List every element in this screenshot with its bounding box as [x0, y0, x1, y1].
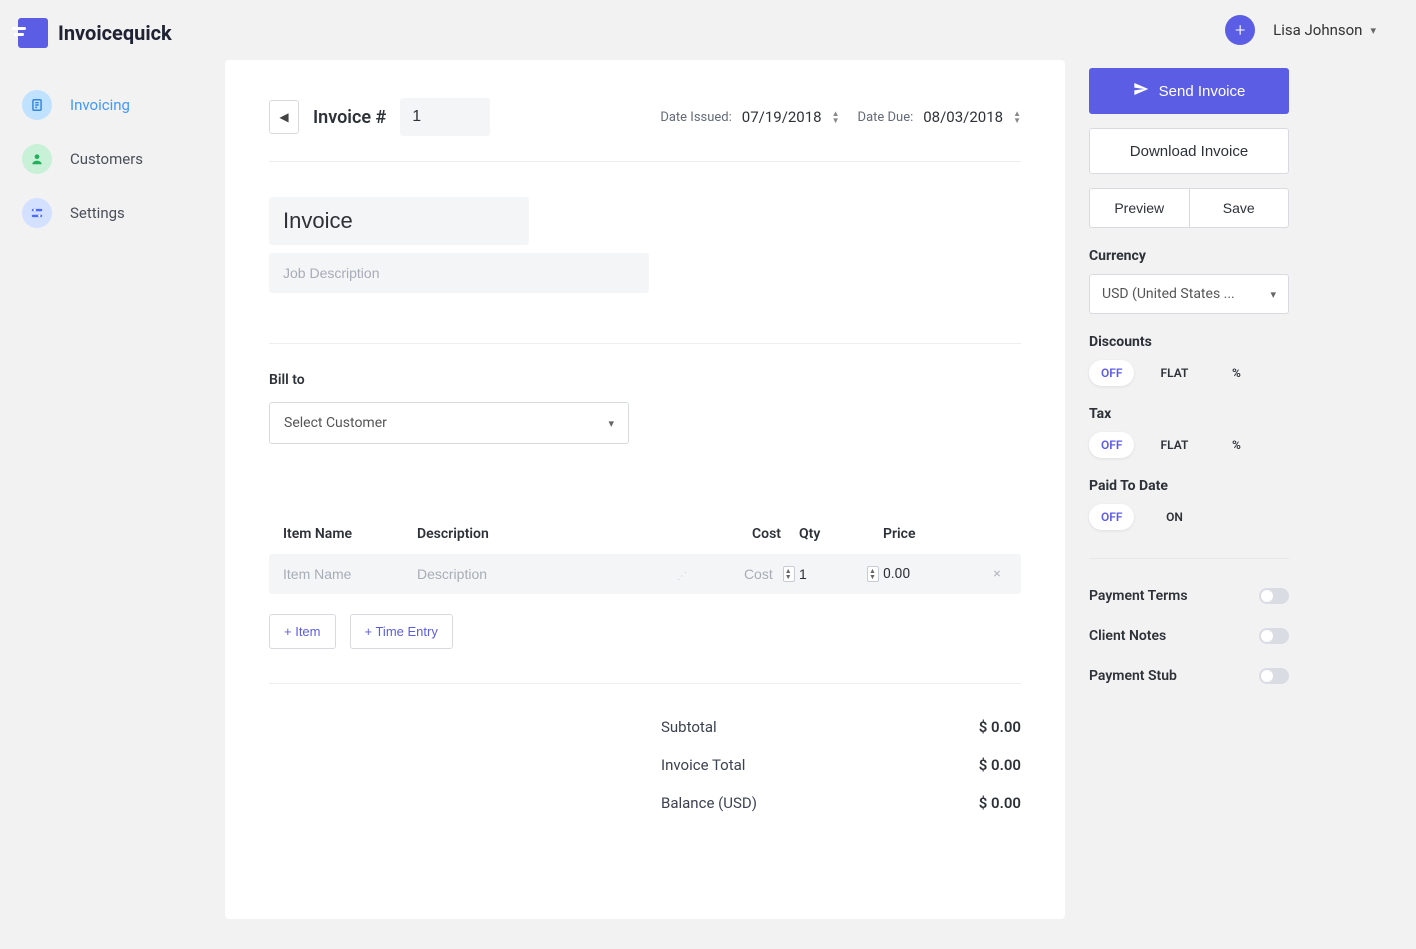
currency-select[interactable]: USD (United States ... ▾: [1089, 274, 1289, 314]
divider: [269, 343, 1021, 344]
chevron-down-icon: ▾: [608, 417, 614, 430]
invoice-header: ◀ Invoice # Date Issued: 07/19/2018 ▲▼ D…: [269, 98, 1021, 162]
date-issued-group[interactable]: Date Issued: 07/19/2018 ▲▼: [660, 108, 839, 126]
client-notes-toggle[interactable]: [1259, 628, 1289, 644]
invoice-title-input[interactable]: [269, 197, 529, 245]
customer-select-placeholder: Select Customer: [284, 415, 387, 431]
item-desc-input[interactable]: [417, 566, 677, 582]
nav: Invoicing Customers Settings: [12, 78, 225, 240]
nav-item-label: Customers: [70, 150, 143, 168]
nav-item-label: Settings: [70, 204, 125, 222]
col-item-name: Item Name: [283, 526, 413, 542]
discounts-off-button[interactable]: OFF: [1089, 360, 1134, 386]
date-issued-label: Date Issued:: [660, 110, 731, 125]
nav-item-settings[interactable]: Settings: [12, 186, 225, 240]
table-header: Item Name Description Cost Qty Price: [269, 514, 1021, 554]
totals: Subtotal $ 0.00 Invoice Total $ 0.00 Bal…: [269, 683, 1021, 812]
invoice-number-input[interactable]: [400, 98, 490, 136]
bill-to-label: Bill to: [269, 372, 1021, 388]
invoice-number-label: Invoice #: [313, 107, 386, 128]
nav-item-invoicing[interactable]: Invoicing: [12, 78, 225, 132]
tax-off-button[interactable]: OFF: [1089, 432, 1134, 458]
discounts-percent-button[interactable]: %: [1214, 360, 1258, 386]
invoice-editor: ◀ Invoice # Date Issued: 07/19/2018 ▲▼ D…: [225, 60, 1065, 919]
col-description: Description: [417, 526, 691, 542]
right-panel: Send Invoice Download Invoice Preview Sa…: [1089, 60, 1319, 949]
nav-item-label: Invoicing: [70, 96, 130, 114]
payment-terms-toggle[interactable]: [1259, 588, 1289, 604]
discounts-segment: OFF FLAT %: [1089, 360, 1289, 386]
invoice-icon: [22, 90, 52, 120]
brand: Invoicequick: [12, 18, 225, 78]
date-due-group[interactable]: Date Due: 08/03/2018 ▲▼: [858, 108, 1021, 126]
tax-flat-button[interactable]: FLAT: [1152, 432, 1196, 458]
subtotal-label: Subtotal: [661, 718, 717, 736]
subtotal-value: $ 0.00: [979, 718, 1021, 736]
payment-terms-label: Payment Terms: [1089, 588, 1188, 604]
paper-plane-icon: [1133, 81, 1149, 101]
job-description-input[interactable]: [269, 253, 649, 293]
item-cost-input[interactable]: [695, 566, 779, 582]
client-notes-label: Client Notes: [1089, 628, 1166, 644]
customer-select[interactable]: Select Customer ▾: [269, 402, 629, 444]
table-row: ⋰ ▲▼ ▲▼ 0.00 ×: [269, 554, 1021, 594]
stepper-icon[interactable]: ▲▼: [1013, 110, 1021, 124]
chevron-down-icon: ▾: [1370, 24, 1376, 37]
send-invoice-button[interactable]: Send Invoice: [1089, 68, 1289, 114]
save-button[interactable]: Save: [1189, 188, 1290, 228]
user-icon: [22, 144, 52, 174]
remove-row-button[interactable]: ×: [987, 566, 1007, 582]
item-qty-input[interactable]: [799, 566, 863, 582]
send-invoice-label: Send Invoice: [1159, 83, 1246, 100]
invoice-total-label: Invoice Total: [661, 756, 745, 774]
stepper-icon[interactable]: ▲▼: [783, 566, 795, 582]
currency-heading: Currency: [1089, 248, 1289, 264]
back-button[interactable]: ◀: [269, 100, 299, 134]
paid-on-button[interactable]: ON: [1152, 504, 1196, 530]
plus-icon: +: [1235, 20, 1245, 41]
col-cost: Cost: [695, 526, 795, 542]
divider: [1089, 558, 1289, 559]
tax-segment: OFF FLAT %: [1089, 432, 1289, 458]
payment-stub-toggle[interactable]: [1259, 668, 1289, 684]
balance-value: $ 0.00: [979, 794, 1021, 812]
col-qty: Qty: [799, 526, 879, 542]
date-due-value: 08/03/2018: [923, 108, 1003, 126]
stepper-icon[interactable]: ▲▼: [867, 566, 879, 582]
payment-stub-label: Payment Stub: [1089, 668, 1177, 684]
item-price-value: 0.00: [883, 566, 983, 582]
item-name-input[interactable]: [283, 566, 413, 582]
tax-heading: Tax: [1089, 406, 1289, 422]
new-button[interactable]: +: [1225, 15, 1255, 45]
date-due-label: Date Due:: [858, 110, 914, 125]
paid-to-date-heading: Paid To Date: [1089, 478, 1289, 494]
paid-segment: OFF ON: [1089, 504, 1289, 530]
tax-percent-button[interactable]: %: [1214, 432, 1258, 458]
add-time-entry-button[interactable]: + Time Entry: [350, 614, 453, 649]
date-issued-value: 07/19/2018: [742, 108, 822, 126]
user-name-label: Lisa Johnson: [1273, 21, 1362, 39]
discounts-flat-button[interactable]: FLAT: [1152, 360, 1196, 386]
chevron-down-icon: ▾: [1270, 288, 1276, 301]
resize-handle-icon[interactable]: ⋰: [677, 571, 691, 582]
stepper-icon[interactable]: ▲▼: [832, 110, 840, 124]
discounts-heading: Discounts: [1089, 334, 1289, 350]
topbar: + Lisa Johnson ▾: [1225, 0, 1386, 60]
nav-item-customers[interactable]: Customers: [12, 132, 225, 186]
brand-logo-icon: [18, 18, 48, 48]
col-price: Price: [883, 526, 983, 542]
user-menu[interactable]: Lisa Johnson ▾: [1273, 21, 1376, 39]
add-item-button[interactable]: + Item: [269, 614, 336, 649]
currency-value: USD (United States ...: [1102, 286, 1235, 302]
sliders-icon: [22, 198, 52, 228]
preview-button[interactable]: Preview: [1089, 188, 1189, 228]
paid-off-button[interactable]: OFF: [1089, 504, 1134, 530]
items-table: Item Name Description Cost Qty Price ⋰ ▲…: [269, 514, 1021, 649]
download-invoice-button[interactable]: Download Invoice: [1089, 128, 1289, 174]
balance-label: Balance (USD): [661, 794, 757, 812]
chevron-left-icon: ◀: [279, 110, 288, 124]
invoice-total-value: $ 0.00: [979, 756, 1021, 774]
sidebar: Invoicequick Invoicing Customers Setting…: [0, 0, 225, 949]
brand-name: Invoicequick: [58, 21, 172, 45]
